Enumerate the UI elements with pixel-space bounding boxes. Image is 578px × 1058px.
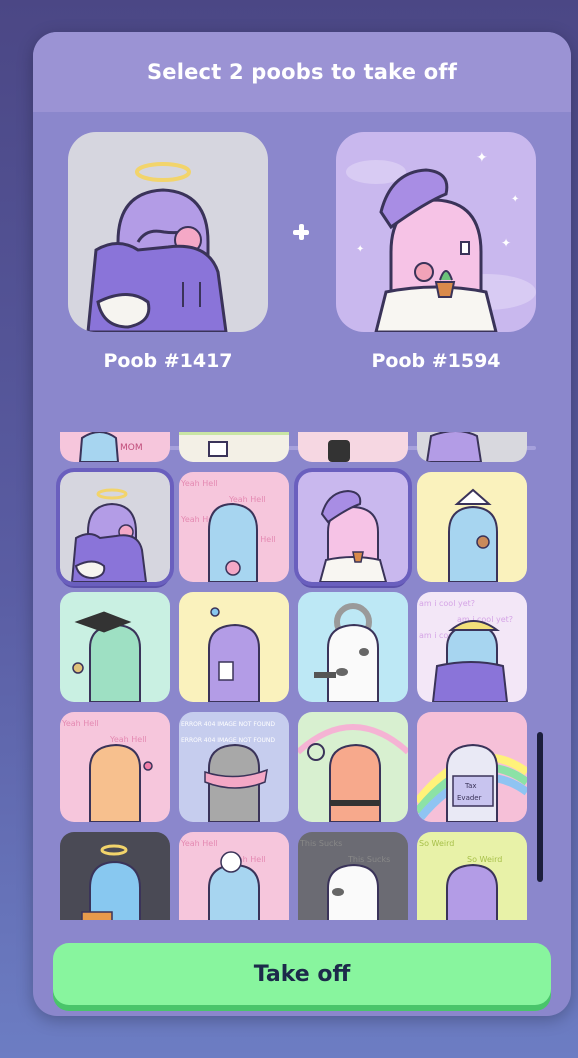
poob-cell[interactable] bbox=[60, 832, 170, 920]
pattern-text: Yeah Hell bbox=[109, 735, 147, 744]
poob-1417-image bbox=[68, 132, 268, 332]
pattern-text: ERROR 404 IMAGE NOT FOUND bbox=[181, 737, 275, 744]
pattern-text: Tax bbox=[464, 782, 477, 790]
poob-cell[interactable] bbox=[179, 432, 289, 462]
pattern-text: Evader bbox=[457, 794, 482, 802]
selected-poob-2[interactable]: ✦ ✦ ✦ ✦ Poob #1594 bbox=[336, 132, 536, 372]
poob-cell[interactable]: This Sucks This Sucks bbox=[298, 832, 408, 920]
poob-cell[interactable]: am i cool yet? am i cool yet? am i cool … bbox=[417, 592, 527, 702]
poob-cell[interactable]: Tax Evader bbox=[417, 712, 527, 822]
plus-icon bbox=[291, 222, 311, 242]
scrollbar[interactable] bbox=[537, 732, 543, 882]
poob-cell[interactable]: Yeah Hell Yeah Hell bbox=[60, 712, 170, 822]
poob-cell[interactable]: So Weird So Weird bbox=[417, 832, 527, 920]
poob-cell[interactable] bbox=[417, 432, 527, 462]
pattern-text: am i cool yet? bbox=[419, 599, 475, 608]
pattern-text: Yeah Hell bbox=[61, 719, 99, 728]
svg-text:✦: ✦ bbox=[476, 150, 488, 166]
poob-cell[interactable]: Yeah Hell Yeah Hell Yeah Hell Yeah Hell bbox=[179, 472, 289, 582]
poob-cell-selected[interactable] bbox=[294, 468, 412, 586]
pattern-text: Yeah Hell bbox=[180, 839, 218, 848]
poob-1594-image: ✦ ✦ ✦ ✦ bbox=[336, 132, 536, 332]
poob-cell[interactable] bbox=[60, 592, 170, 702]
modal-header: Select 2 poobs to take off bbox=[33, 32, 571, 112]
pattern-text: ERROR 404 IMAGE NOT FOUND bbox=[181, 721, 275, 728]
poob-label: Poob #1417 bbox=[103, 350, 233, 372]
poob-grid[interactable]: MOM Yeah Hell Yeah Hell Yeah Hell Hell a… bbox=[55, 432, 545, 920]
modal-title: Select 2 poobs to take off bbox=[146, 60, 458, 84]
take-off-modal: Select 2 poobs to take off Poob #1417 ✦ … bbox=[33, 32, 571, 1016]
selected-poob-1[interactable]: Poob #1417 bbox=[68, 132, 268, 372]
pattern-text: So Weird bbox=[467, 855, 502, 864]
poob-cell[interactable]: Yeah Hell Yeah Hell bbox=[179, 832, 289, 920]
pattern-text: This Sucks bbox=[299, 839, 342, 848]
svg-text:✦: ✦ bbox=[356, 244, 364, 255]
svg-text:✦: ✦ bbox=[501, 236, 511, 250]
poob-cell[interactable] bbox=[179, 592, 289, 702]
pattern-text: This Sucks bbox=[347, 855, 390, 864]
poob-cell[interactable] bbox=[417, 472, 527, 582]
poob-label: Poob #1594 bbox=[371, 350, 501, 372]
poob-cell-selected[interactable] bbox=[56, 468, 174, 586]
take-off-button[interactable]: Take off bbox=[53, 943, 551, 1005]
pattern-text: Yeah Hell bbox=[180, 479, 218, 488]
pattern-text: So Weird bbox=[419, 839, 454, 848]
selected-poobs: Poob #1417 ✦ ✦ ✦ ✦ Poob #1594 bbox=[33, 112, 571, 450]
poob-cell[interactable] bbox=[298, 432, 408, 462]
pattern-text: MOM bbox=[120, 443, 143, 453]
poob-cell[interactable]: ERROR 404 IMAGE NOT FOUND ERROR 404 IMAG… bbox=[179, 712, 289, 822]
svg-text:✦: ✦ bbox=[511, 194, 519, 205]
pattern-text: Yeah Hell bbox=[228, 495, 266, 504]
poob-cell[interactable]: MOM bbox=[60, 432, 170, 462]
poob-cell[interactable] bbox=[298, 592, 408, 702]
poob-cell[interactable] bbox=[298, 712, 408, 822]
